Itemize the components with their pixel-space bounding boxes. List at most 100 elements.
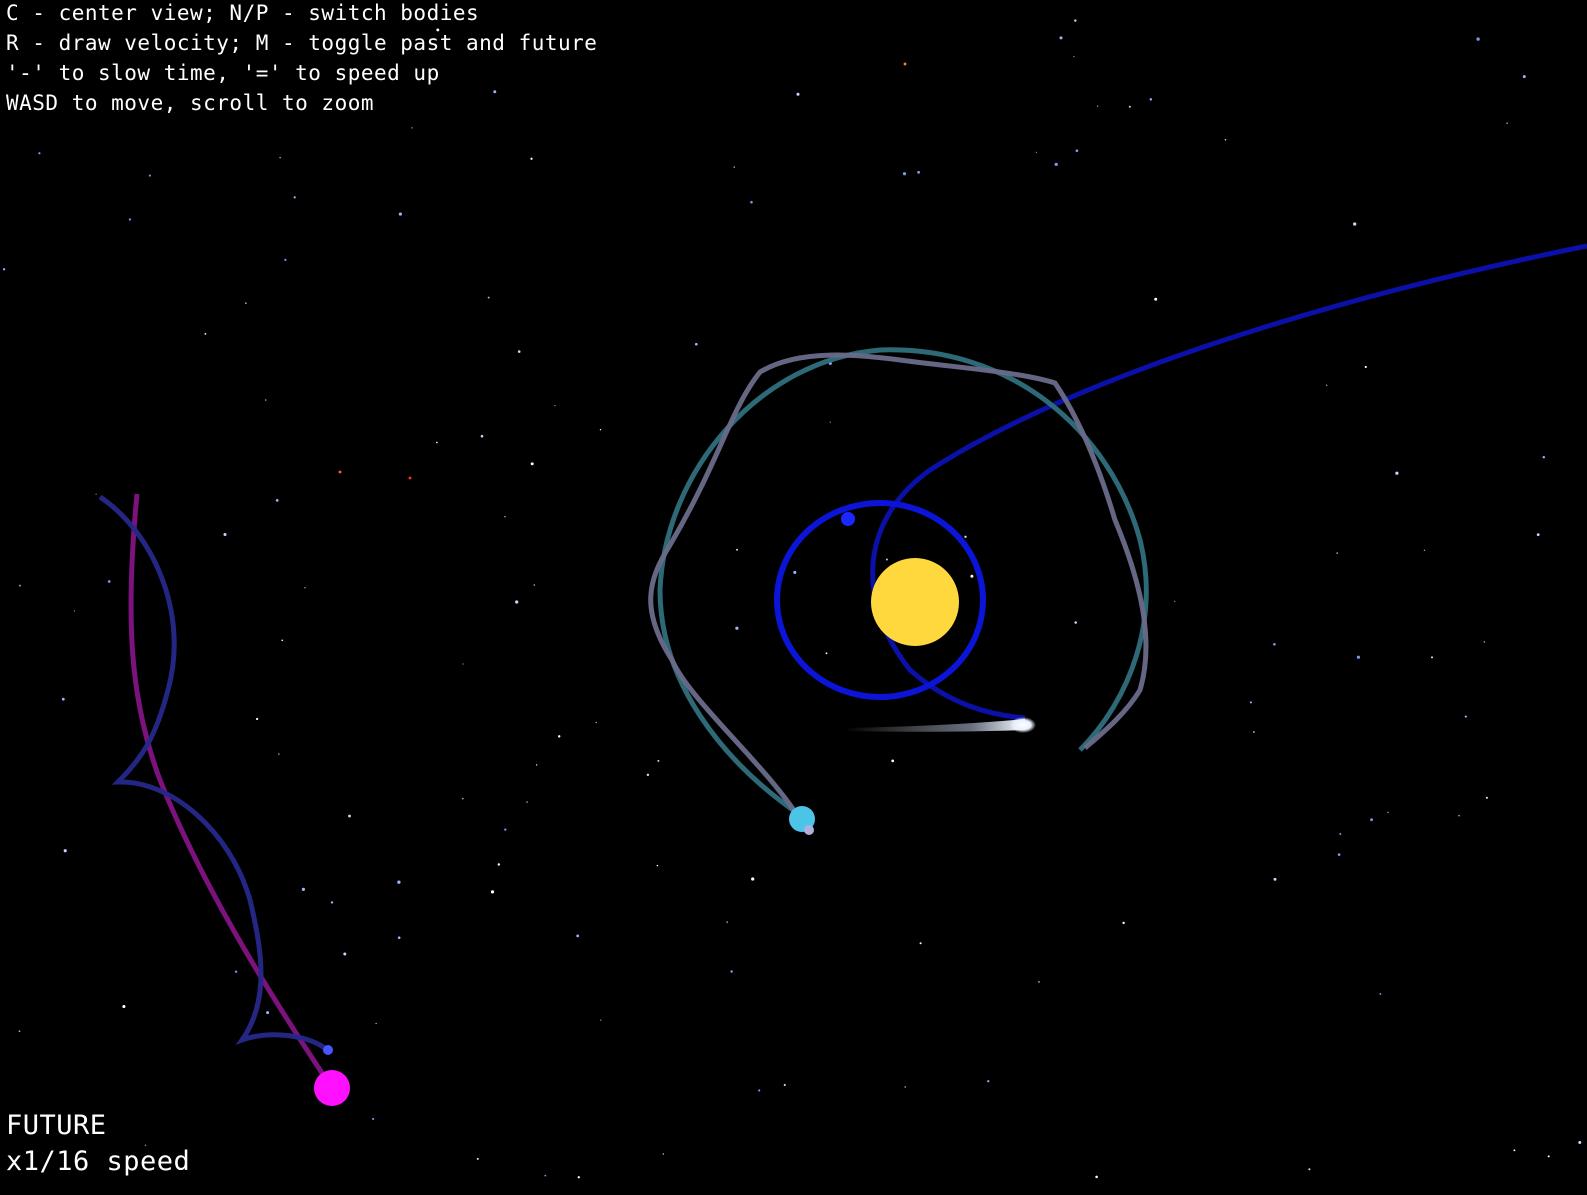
star — [733, 166, 735, 168]
star — [1339, 833, 1342, 835]
star — [204, 332, 207, 335]
star — [264, 399, 267, 401]
star — [1423, 549, 1426, 551]
star — [646, 773, 650, 777]
star — [656, 864, 659, 867]
star — [1249, 701, 1252, 704]
star — [662, 1153, 664, 1155]
star — [408, 476, 412, 480]
star — [18, 584, 21, 587]
star — [1035, 151, 1038, 154]
star — [256, 717, 259, 721]
star — [1536, 533, 1540, 537]
star — [1506, 122, 1508, 124]
star — [970, 574, 974, 578]
star — [554, 404, 556, 407]
star — [1336, 552, 1338, 554]
star — [1224, 138, 1227, 141]
navy-moon[interactable] — [323, 1045, 333, 1055]
star — [535, 764, 538, 766]
star — [1096, 105, 1099, 107]
star — [490, 890, 495, 894]
star — [595, 721, 597, 724]
star — [917, 170, 921, 174]
star — [515, 600, 519, 604]
star — [411, 127, 413, 129]
star — [903, 62, 907, 66]
star — [904, 1086, 906, 1088]
star — [726, 921, 729, 923]
star — [18, 1030, 21, 1033]
star — [758, 1089, 761, 1092]
star — [1059, 36, 1063, 40]
star — [735, 626, 739, 630]
star — [1364, 365, 1367, 369]
star — [751, 877, 755, 881]
star — [1542, 455, 1546, 459]
star — [1038, 981, 1040, 983]
star — [281, 639, 284, 642]
inner-planet[interactable] — [841, 512, 855, 526]
star — [517, 350, 521, 353]
star — [234, 970, 238, 973]
star — [530, 462, 534, 466]
magenta-body[interactable] — [314, 1070, 350, 1106]
star — [1379, 992, 1382, 995]
star — [497, 863, 501, 866]
star — [1149, 98, 1153, 101]
star — [1513, 1149, 1516, 1152]
star — [1122, 921, 1125, 925]
comet[interactable] — [845, 717, 1036, 733]
star — [1253, 731, 1255, 733]
star — [1547, 1155, 1550, 1158]
star — [1128, 105, 1131, 108]
star — [530, 157, 533, 160]
star — [245, 302, 247, 304]
star — [38, 152, 41, 155]
star — [504, 828, 507, 831]
time-speed-label: x1/16 speed — [6, 1146, 191, 1177]
star — [476, 1157, 479, 1160]
star — [277, 753, 280, 755]
star — [1074, 621, 1077, 624]
star — [436, 441, 438, 444]
star — [1174, 600, 1176, 602]
star — [128, 218, 132, 221]
star — [223, 532, 227, 537]
star — [793, 570, 797, 574]
star — [107, 580, 111, 583]
star — [750, 200, 753, 204]
star — [1395, 471, 1399, 475]
star — [504, 516, 506, 518]
star — [694, 342, 698, 346]
star — [275, 499, 279, 502]
star — [95, 493, 97, 495]
star — [1054, 162, 1058, 167]
cyan-planet-moon[interactable] — [804, 825, 814, 835]
star — [493, 90, 497, 94]
star — [829, 421, 831, 423]
sun[interactable] — [871, 558, 959, 646]
star — [348, 814, 351, 818]
star — [462, 663, 464, 665]
navy-trail — [98, 494, 329, 1052]
star — [266, 1011, 270, 1015]
star — [375, 1022, 377, 1025]
star — [1273, 642, 1276, 646]
star — [526, 801, 528, 803]
star — [304, 587, 306, 589]
star — [487, 296, 490, 299]
star — [577, 1176, 580, 1179]
help-line-move: WASD to move, scroll to zoom — [6, 91, 375, 115]
star — [1485, 796, 1488, 799]
star — [796, 92, 800, 96]
star — [825, 652, 828, 655]
star — [73, 610, 76, 612]
star — [1387, 811, 1389, 814]
star — [919, 942, 922, 945]
star — [544, 1174, 547, 1177]
star — [1326, 384, 1328, 386]
simulation-canvas[interactable] — [0, 0, 1587, 1195]
star — [557, 735, 561, 738]
star — [1073, 55, 1075, 58]
